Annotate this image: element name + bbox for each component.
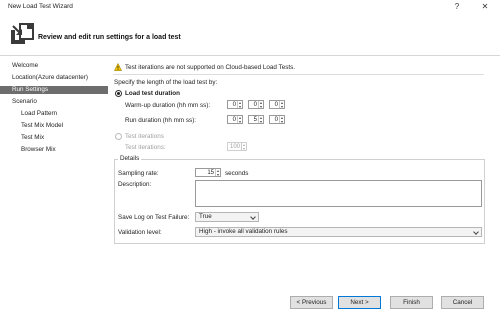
next-button[interactable]: Next >	[338, 296, 381, 309]
wizard-document-arrow-icon	[11, 23, 34, 44]
window-title: New Load Test Wizard	[8, 3, 73, 10]
nav-item-browser-mix[interactable]: Browser Mix	[0, 146, 108, 154]
warmup-hours-value: 0	[232, 102, 236, 108]
warning-message: Test iterations are not supported on Clo…	[125, 64, 296, 71]
run-seconds-value: 0	[274, 117, 278, 123]
run-minutes-value: 5	[253, 117, 257, 123]
test-iterations-value: 100	[229, 144, 240, 150]
validation-level-label: Validation level:	[118, 229, 162, 236]
close-button[interactable]: ✕	[478, 1, 492, 13]
test-iterations-radio[interactable]	[115, 133, 122, 140]
nav-item-location[interactable]: Location(Azure datacenter)	[0, 74, 108, 82]
nav-item-test-mix[interactable]: Test Mix	[0, 134, 108, 142]
spinner-arrows-icon[interactable]	[215, 169, 220, 176]
help-button[interactable]: ?	[450, 1, 464, 13]
header-divider	[0, 55, 500, 56]
length-prompt: Specify the length of the load test by:	[114, 79, 218, 86]
page-heading: Review and edit run settings for a load …	[38, 34, 181, 41]
finish-button[interactable]: Finish	[390, 296, 433, 309]
nav-item-load-pattern[interactable]: Load Pattern	[0, 110, 108, 118]
run-seconds-spinner[interactable]: 0	[269, 115, 285, 124]
sampling-rate-label: Sampling rate:	[118, 170, 159, 177]
details-group-title: Details	[118, 155, 142, 162]
chevron-down-icon	[473, 229, 479, 235]
spinner-arrows-icon[interactable]	[279, 101, 284, 108]
nav-item-scenario[interactable]: Scenario	[0, 98, 108, 106]
spinner-arrows-icon[interactable]	[241, 143, 246, 150]
warmup-minutes-value: 0	[253, 102, 257, 108]
warmup-minutes-spinner[interactable]: 0	[248, 100, 264, 109]
nav-item-run-settings[interactable]: Run Settings	[0, 86, 108, 94]
validation-level-dropdown[interactable]: High - invoke all validation rules	[195, 227, 482, 237]
spinner-arrows-icon[interactable]	[258, 116, 263, 123]
test-iterations-label[interactable]: Test iterations	[125, 133, 164, 140]
warning-divider	[113, 74, 484, 75]
sampling-rate-value: 15	[207, 170, 214, 176]
test-iterations-count-label: Test iterations:	[125, 144, 166, 151]
spinner-arrows-icon[interactable]	[237, 116, 242, 123]
sampling-rate-spinner[interactable]: 15	[195, 168, 221, 177]
validation-level-value: High - invoke all validation rules	[199, 228, 288, 235]
warmup-seconds-value: 0	[274, 102, 278, 108]
load-test-duration-radio[interactable]	[115, 90, 122, 97]
description-textbox[interactable]	[195, 180, 482, 207]
run-hours-spinner[interactable]: 0	[227, 115, 243, 124]
load-test-duration-label[interactable]: Load test duration	[125, 90, 180, 97]
cancel-button[interactable]: Cancel	[441, 296, 484, 309]
spinner-arrows-icon[interactable]	[279, 116, 284, 123]
run-duration-label: Run duration (hh mm ss):	[125, 117, 197, 124]
warmup-duration-label: Warm-up duration (hh mm ss):	[125, 102, 211, 109]
nav-item-welcome[interactable]: Welcome	[0, 62, 108, 70]
title-bar: New Load Test Wizard ? ✕	[0, 0, 500, 14]
chevron-down-icon	[250, 214, 256, 220]
previous-button[interactable]: < Previous	[290, 296, 333, 309]
run-hours-value: 0	[232, 117, 236, 123]
warning-icon	[114, 63, 122, 71]
save-log-label: Save Log on Test Failure:	[118, 214, 190, 221]
spinner-arrows-icon[interactable]	[258, 101, 263, 108]
spinner-arrows-icon[interactable]	[237, 101, 242, 108]
warmup-hours-spinner[interactable]: 0	[227, 100, 243, 109]
test-iterations-spinner[interactable]: 100	[227, 142, 247, 151]
warmup-seconds-spinner[interactable]: 0	[269, 100, 285, 109]
description-label: Description:	[118, 181, 152, 188]
nav-item-test-mix-model[interactable]: Test Mix Model	[0, 122, 108, 130]
save-log-value: True	[199, 213, 212, 220]
save-log-dropdown[interactable]: True	[195, 212, 259, 222]
sampling-rate-unit: seconds	[225, 170, 249, 177]
run-minutes-spinner[interactable]: 5	[248, 115, 264, 124]
